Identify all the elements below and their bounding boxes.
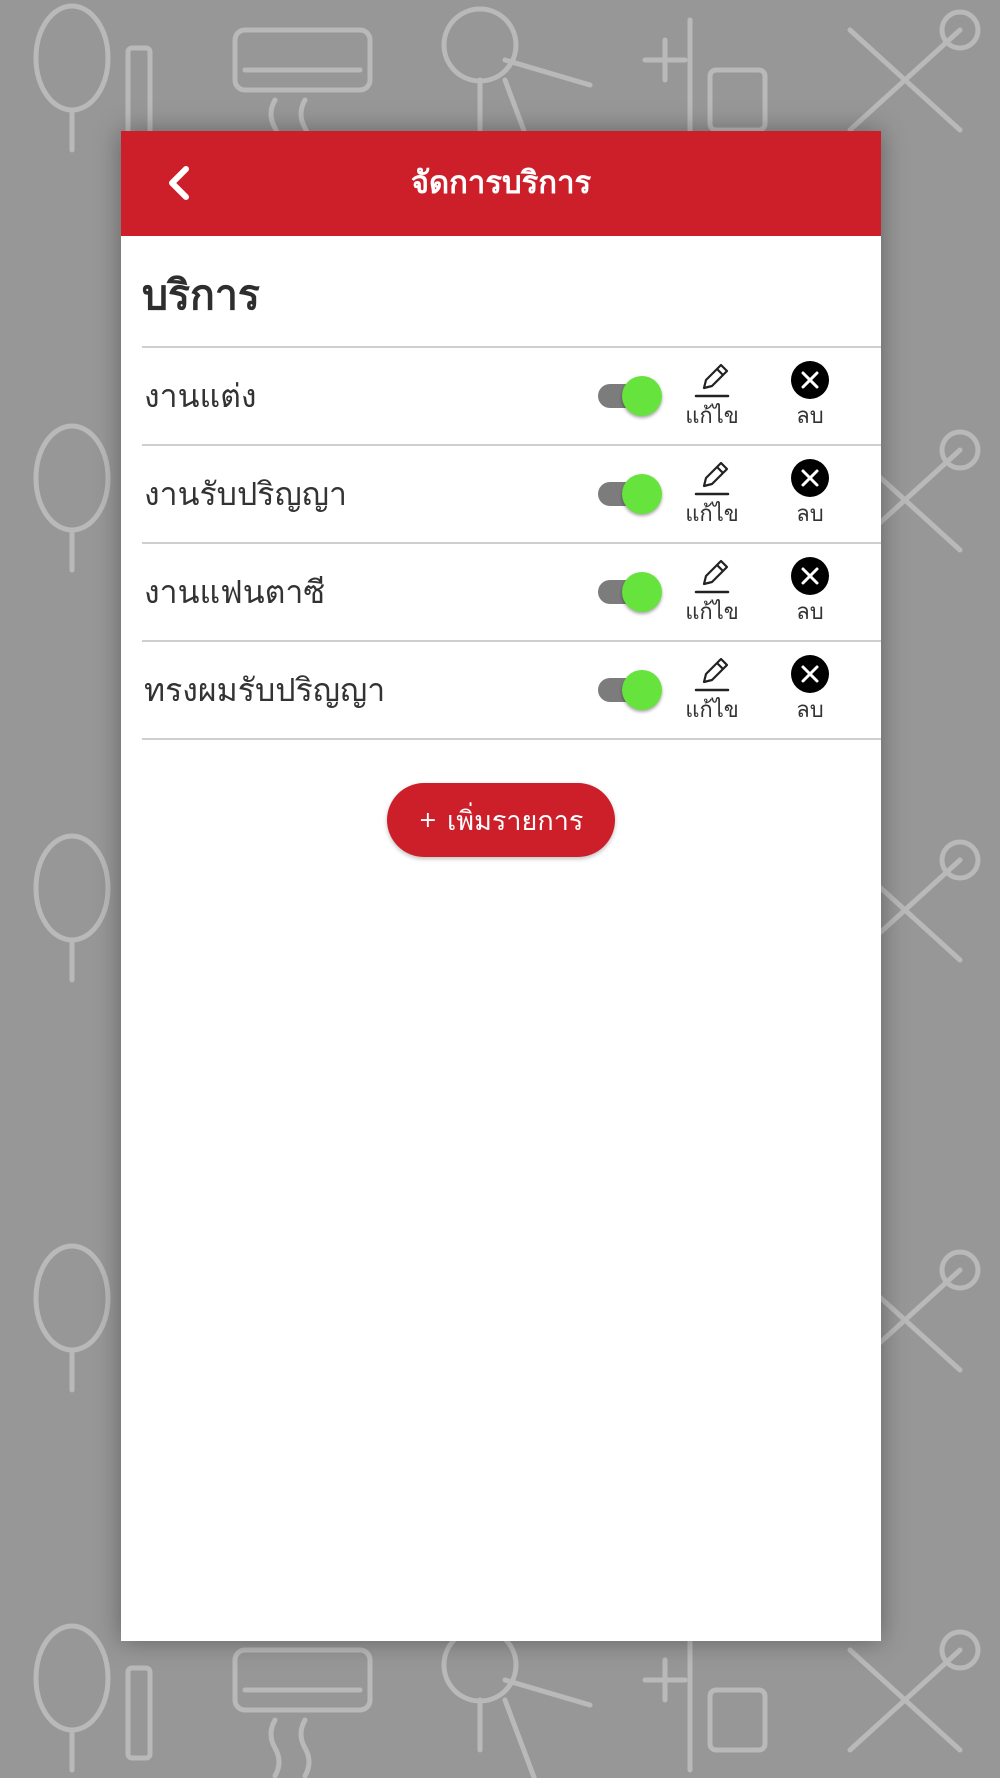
edit-label: แก้ไข bbox=[685, 600, 739, 625]
plus-icon: + bbox=[418, 807, 438, 833]
edit-label: แก้ไข bbox=[685, 404, 739, 429]
delete-button[interactable]: ลบ bbox=[780, 556, 840, 632]
edit-button[interactable]: แก้ไข bbox=[677, 556, 747, 632]
service-name: ทรงผมรับปริญญา bbox=[144, 671, 386, 709]
add-item-label: เพิ่มรายการ bbox=[447, 805, 584, 837]
service-row: งานรับปริญญา แก้ไข ลบ bbox=[142, 446, 881, 544]
pencil-icon bbox=[694, 657, 730, 692]
toggle-knob bbox=[622, 376, 662, 416]
edit-button[interactable]: แก้ไข bbox=[677, 360, 747, 436]
edit-button[interactable]: แก้ไข bbox=[677, 458, 747, 534]
toggle-knob bbox=[622, 670, 662, 710]
add-item-button[interactable]: + เพิ่มรายการ bbox=[387, 783, 615, 857]
header-bar: จัดการบริการ bbox=[121, 131, 881, 236]
toggle-knob bbox=[622, 474, 662, 514]
service-name: งานแฟนตาซี bbox=[144, 573, 326, 611]
edit-label: แก้ไข bbox=[685, 502, 739, 527]
page-title: จัดการบริการ bbox=[410, 165, 592, 201]
close-circle-icon bbox=[791, 655, 829, 693]
toggle-knob bbox=[622, 572, 662, 612]
delete-label: ลบ bbox=[796, 698, 824, 723]
delete-button[interactable]: ลบ bbox=[780, 654, 840, 730]
pencil-icon bbox=[694, 559, 730, 594]
delete-button[interactable]: ลบ bbox=[780, 458, 840, 534]
service-enabled-toggle[interactable] bbox=[598, 670, 662, 710]
close-circle-icon bbox=[791, 361, 829, 399]
service-list: งานแต่ง แก้ไข ลบ งานรับปริญญา แก้ไข ลบ ง… bbox=[142, 346, 881, 740]
service-row: งานแต่ง แก้ไข ลบ bbox=[142, 348, 881, 446]
close-circle-icon bbox=[791, 557, 829, 595]
service-row: ทรงผมรับปริญญา แก้ไข ลบ bbox=[142, 642, 881, 740]
pencil-icon bbox=[694, 363, 730, 398]
delete-label: ลบ bbox=[796, 502, 824, 527]
service-name: งานรับปริญญา bbox=[144, 475, 347, 513]
service-enabled-toggle[interactable] bbox=[598, 572, 662, 612]
service-enabled-toggle[interactable] bbox=[598, 376, 662, 416]
pencil-icon bbox=[694, 461, 730, 496]
service-management-card: จัดการบริการ บริการ งานแต่ง แก้ไข ลบ งาน… bbox=[121, 131, 881, 1641]
delete-button[interactable]: ลบ bbox=[780, 360, 840, 436]
section-title: บริการ bbox=[142, 271, 260, 319]
delete-label: ลบ bbox=[796, 600, 824, 625]
close-circle-icon bbox=[791, 459, 829, 497]
edit-button[interactable]: แก้ไข bbox=[677, 654, 747, 730]
service-enabled-toggle[interactable] bbox=[598, 474, 662, 514]
delete-label: ลบ bbox=[796, 404, 824, 429]
edit-label: แก้ไข bbox=[685, 698, 739, 723]
service-row: งานแฟนตาซี แก้ไข ลบ bbox=[142, 544, 881, 642]
service-name: งานแต่ง bbox=[144, 377, 257, 415]
